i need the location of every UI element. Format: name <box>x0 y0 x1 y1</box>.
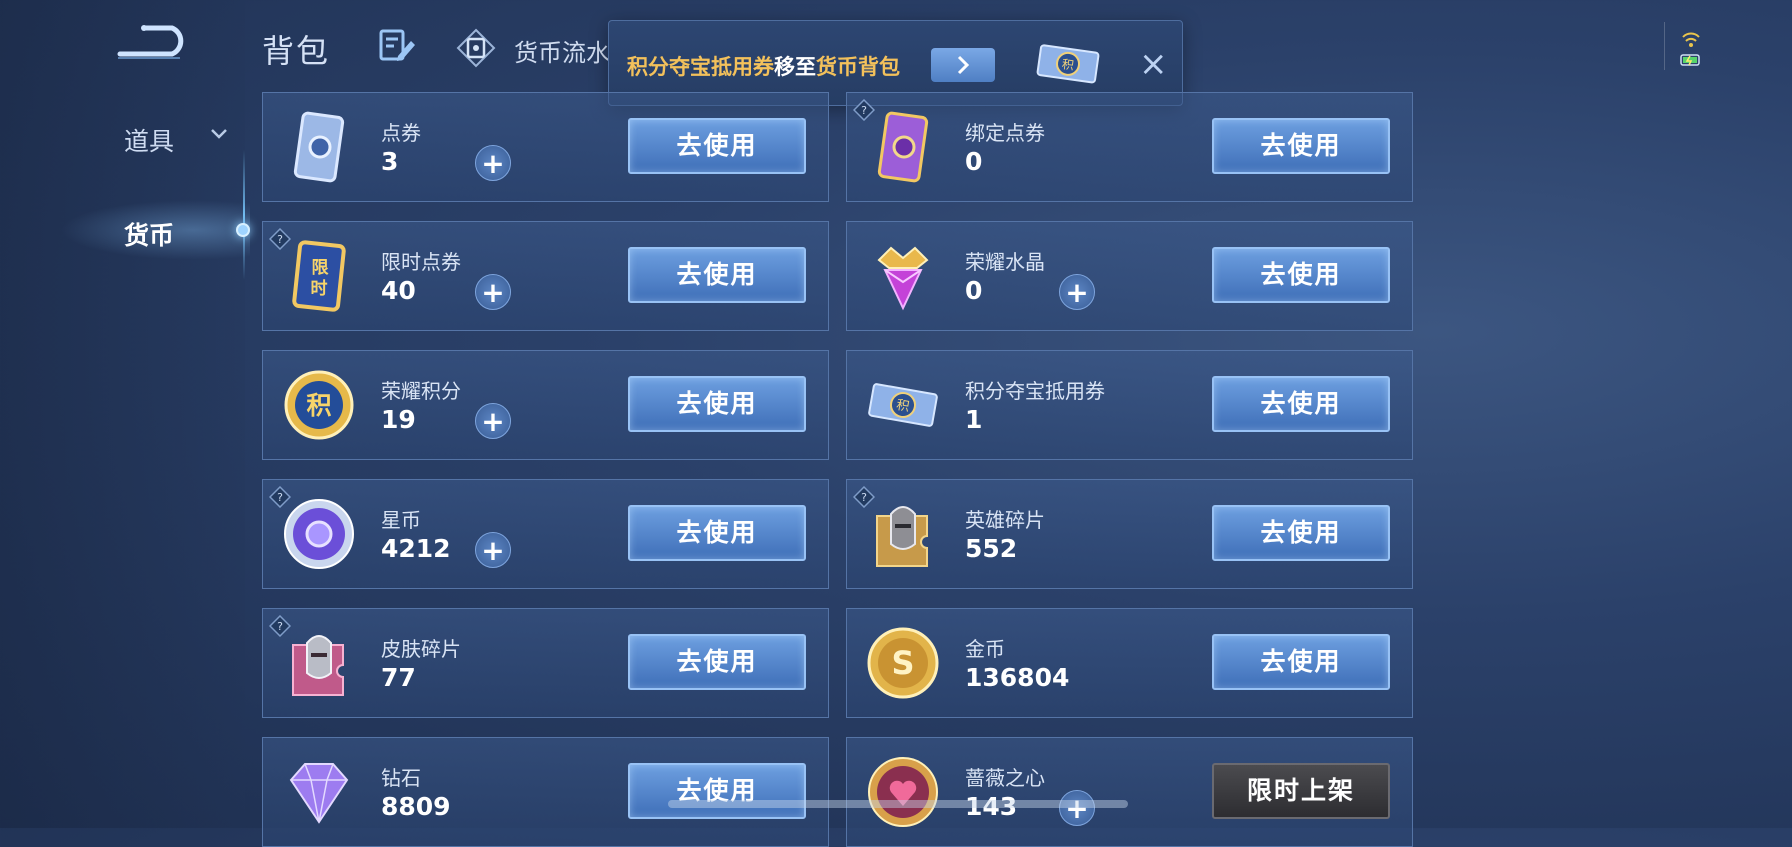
toast-message: 积分夺宝抵用券移至货币背包 <box>627 51 900 81</box>
page-title[interactable]: 背包 <box>262 26 330 72</box>
star-coin-icon[interactable] <box>281 496 357 572</box>
toast-item-name: 积分夺宝抵用券 <box>627 55 774 79</box>
add-currency-button[interactable]: + <box>1059 790 1095 826</box>
currency-name: 钻石 <box>381 766 421 790</box>
currency-name: 绑定点券 <box>965 121 1045 145</box>
use-button[interactable]: 去使用 <box>1212 118 1390 174</box>
use-button[interactable]: 去使用 <box>628 505 806 561</box>
sidebar-item-currency[interactable]: 货币 <box>124 216 174 252</box>
currency-name: 金币 <box>965 637 1005 661</box>
currency-card: 金币 136804 去使用 <box>846 608 1413 718</box>
currency-amount: 40 <box>381 276 416 305</box>
currency-card: 绑定点券 0 去使用 <box>846 92 1413 202</box>
sidebar-item-props[interactable]: 道具 <box>124 122 174 158</box>
use-button[interactable]: 去使用 <box>1212 376 1390 432</box>
currency-name: 皮肤碎片 <box>381 637 461 661</box>
diamond-icon[interactable] <box>281 754 357 830</box>
currency-amount: 4212 <box>381 534 451 563</box>
currency-card: 点券 3 + 去使用 <box>262 92 829 202</box>
use-button[interactable]: 去使用 <box>628 634 806 690</box>
use-button[interactable]: 去使用 <box>628 247 806 303</box>
gold-coin-icon[interactable] <box>865 625 941 701</box>
currency-name: 荣耀积分 <box>381 379 461 403</box>
add-currency-button[interactable]: + <box>475 532 511 568</box>
add-currency-button[interactable]: + <box>475 274 511 310</box>
currency-card: 星币 4212 + 去使用 <box>262 479 829 589</box>
currency-amount: 19 <box>381 405 416 434</box>
currency-name: 星币 <box>381 508 421 532</box>
voucher-ticket-icon[interactable] <box>865 367 941 443</box>
use-button[interactable]: 去使用 <box>628 118 806 174</box>
currency-card: 钻石 8809 去使用 <box>262 737 829 847</box>
sidebar <box>0 0 245 828</box>
currency-amount: 552 <box>965 534 1018 563</box>
currency-name: 点券 <box>381 121 421 145</box>
currency-name: 英雄碎片 <box>965 508 1045 532</box>
currency-amount: 77 <box>381 663 416 692</box>
nav-active-dot <box>236 223 250 237</box>
back-icon[interactable] <box>114 22 190 62</box>
toast-connector: 移至 <box>774 55 816 79</box>
currency-card: 荣耀水晶 0 + 去使用 <box>846 221 1413 331</box>
currency-name: 限时点券 <box>381 250 461 274</box>
currency-amount: 136804 <box>965 663 1070 692</box>
use-button[interactable]: 去使用 <box>628 376 806 432</box>
toast-go-button[interactable] <box>931 48 995 82</box>
skin-fragment-icon[interactable] <box>281 625 357 701</box>
close-icon[interactable]: × <box>1139 47 1168 81</box>
crystal-icon[interactable] <box>865 238 941 314</box>
blue-card-icon[interactable] <box>281 109 357 185</box>
nav-divider <box>243 150 245 280</box>
currency-name: 积分夺宝抵用券 <box>965 379 1105 403</box>
toast-destination: 货币背包 <box>816 55 900 79</box>
status-divider <box>1664 22 1665 70</box>
currency-amount: 8809 <box>381 792 451 821</box>
status-indicators <box>1680 32 1700 66</box>
currency-card: 皮肤碎片 77 去使用 <box>262 608 829 718</box>
svg-text:积: 积 <box>1061 57 1075 73</box>
use-button[interactable]: 去使用 <box>1212 505 1390 561</box>
currency-card: 限时点券 40 + 去使用 <box>262 221 829 331</box>
use-button[interactable]: 去使用 <box>1212 247 1390 303</box>
purple-card-icon[interactable] <box>865 109 941 185</box>
currency-amount: 1 <box>965 405 983 434</box>
points-coin-icon[interactable] <box>281 367 357 443</box>
arrow-right-icon <box>957 55 970 75</box>
currency-amount: 0 <box>965 276 983 305</box>
limited-time-card-icon[interactable] <box>281 238 357 314</box>
currency-flow-icon[interactable] <box>456 28 496 68</box>
use-button[interactable]: 去使用 <box>628 763 806 819</box>
currency-card: 荣耀积分 19 + 去使用 <box>262 350 829 460</box>
currency-amount: 3 <box>381 147 399 176</box>
currency-flow-tab[interactable]: 货币流水 <box>514 33 610 68</box>
currency-name: 荣耀水晶 <box>965 250 1045 274</box>
currency-amount: 0 <box>965 147 983 176</box>
add-currency-button[interactable]: + <box>1059 274 1095 310</box>
rose-heart-icon[interactable] <box>865 754 941 830</box>
add-currency-button[interactable]: + <box>475 403 511 439</box>
currency-card: 蔷薇之心 143 + 限时上架 <box>846 737 1413 847</box>
currency-card: 积分夺宝抵用券 1 去使用 <box>846 350 1413 460</box>
chevron-down-icon[interactable] <box>210 128 228 140</box>
add-currency-button[interactable]: + <box>475 145 511 181</box>
limited-release-button[interactable]: 限时上架 <box>1212 763 1390 819</box>
currency-card: 英雄碎片 552 去使用 <box>846 479 1413 589</box>
currency-name: 蔷薇之心 <box>965 766 1045 790</box>
scroll-indicator[interactable] <box>668 800 1128 808</box>
hero-fragment-icon[interactable] <box>865 496 941 572</box>
voucher-ticket-icon: 积 <box>1036 44 1100 84</box>
edit-icon[interactable] <box>378 28 418 64</box>
use-button[interactable]: 去使用 <box>1212 634 1390 690</box>
